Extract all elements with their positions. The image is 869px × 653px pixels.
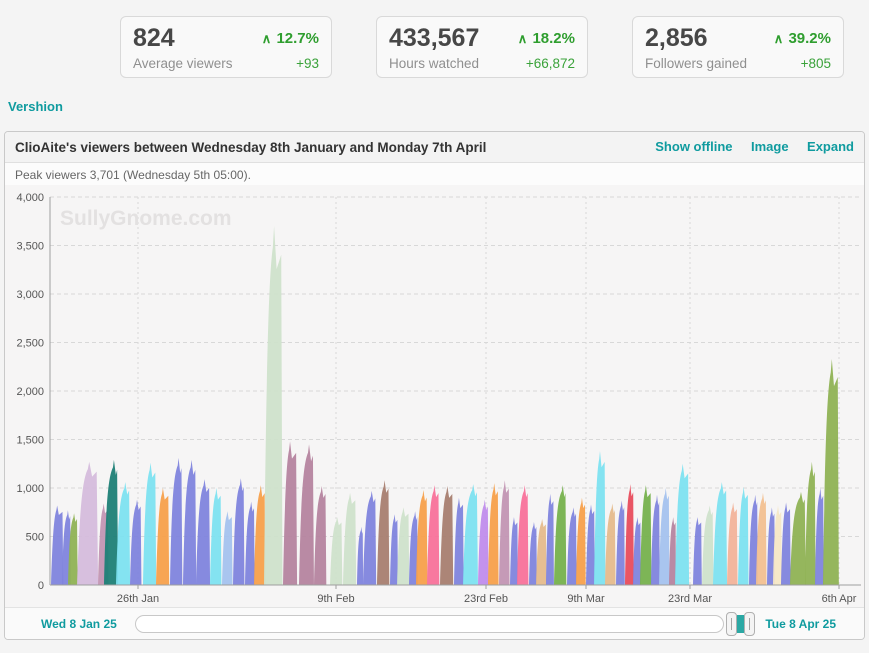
svg-text:26th Jan: 26th Jan [117, 593, 159, 605]
svg-text:3,000: 3,000 [16, 289, 44, 301]
percent-text: 12.7% [276, 30, 319, 47]
range-end-handle[interactable] [744, 611, 756, 636]
date-range-slider-track[interactable] [135, 614, 725, 633]
svg-text:SullyGnome.com: SullyGnome.com [60, 207, 232, 230]
vershion-link[interactable]: Vershion [8, 99, 63, 114]
panel-links: Show offline Image Expand [641, 138, 854, 156]
stat-value: 433,567 [389, 24, 480, 52]
stat-delta: +66,872 [525, 56, 575, 71]
svg-text:3,500: 3,500 [16, 241, 44, 253]
selected-range[interactable] [737, 614, 745, 633]
svg-text:23rd Feb: 23rd Feb [464, 593, 508, 605]
stat-label: Hours watched [389, 56, 480, 71]
svg-text:2,000: 2,000 [16, 386, 44, 398]
svg-text:9th Feb: 9th Feb [317, 593, 354, 605]
chart-title: ClioAite's viewers between Wednesday 8th… [15, 139, 487, 155]
stat-card-followers-gained: 2,856 Followers gained ∧ 39.2% +805 [632, 16, 844, 78]
svg-text:23rd Mar: 23rd Mar [668, 593, 712, 605]
svg-text:6th Apr: 6th Apr [822, 593, 857, 605]
stat-percent: ∧ 18.2% [518, 30, 575, 47]
viewers-chart[interactable]: SullyGnome.com 0 500 1,000 1,500 2,000 2,500 3,… [5, 185, 864, 607]
chart-region: SullyGnome.com 0 500 1,000 1,500 2,000 2,500 3,… [5, 185, 864, 607]
svg-text:0: 0 [38, 580, 44, 592]
stat-percent: ∧ 39.2% [774, 30, 831, 47]
svg-text:1,500: 1,500 [16, 435, 44, 447]
stat-label: Average viewers [133, 56, 233, 71]
stats-row: 824 Average viewers ∧ 12.7% +93 433,567 … [0, 0, 869, 78]
svg-text:4,000: 4,000 [16, 192, 44, 204]
show-offline-link[interactable]: Show offline [655, 139, 732, 154]
stat-percent: ∧ 12.7% [262, 30, 319, 47]
stat-delta: +93 [296, 56, 319, 71]
stat-value: 824 [133, 24, 175, 52]
image-link[interactable]: Image [751, 139, 789, 154]
svg-text:9th Mar: 9th Mar [567, 593, 605, 605]
up-arrow-icon: ∧ [773, 31, 785, 46]
stat-delta: +805 [800, 56, 831, 71]
up-arrow-icon: ∧ [261, 31, 273, 46]
expand-link[interactable]: Expand [807, 139, 854, 154]
panel-header: ClioAite's viewers between Wednesday 8th… [5, 132, 864, 163]
range-start-label: Wed 8 Jan 25 [41, 616, 117, 631]
stat-card-hours-watched: 433,567 Hours watched ∧ 18.2% +66,872 [376, 16, 588, 78]
viewers-panel: ClioAite's viewers between Wednesday 8th… [4, 131, 865, 640]
peak-viewers-text: Peak viewers 3,701 (Wednesday 5th 05:00)… [5, 163, 864, 185]
range-start-handle[interactable] [726, 611, 738, 636]
up-arrow-icon: ∧ [517, 31, 529, 46]
chart-footer: Wed 8 Jan 25 Tue 8 Apr 25 [5, 607, 864, 639]
stat-value: 2,856 [645, 24, 708, 52]
stat-label: Followers gained [645, 56, 748, 71]
svg-text:2,500: 2,500 [16, 338, 44, 350]
percent-text: 39.2% [788, 30, 831, 47]
svg-text:500: 500 [26, 532, 44, 544]
range-end-label: Tue 8 Apr 25 [765, 616, 836, 631]
stat-card-average-viewers: 824 Average viewers ∧ 12.7% +93 [120, 16, 332, 78]
percent-text: 18.2% [532, 30, 575, 47]
svg-text:1,000: 1,000 [16, 483, 44, 495]
date-range-slider [726, 611, 756, 636]
